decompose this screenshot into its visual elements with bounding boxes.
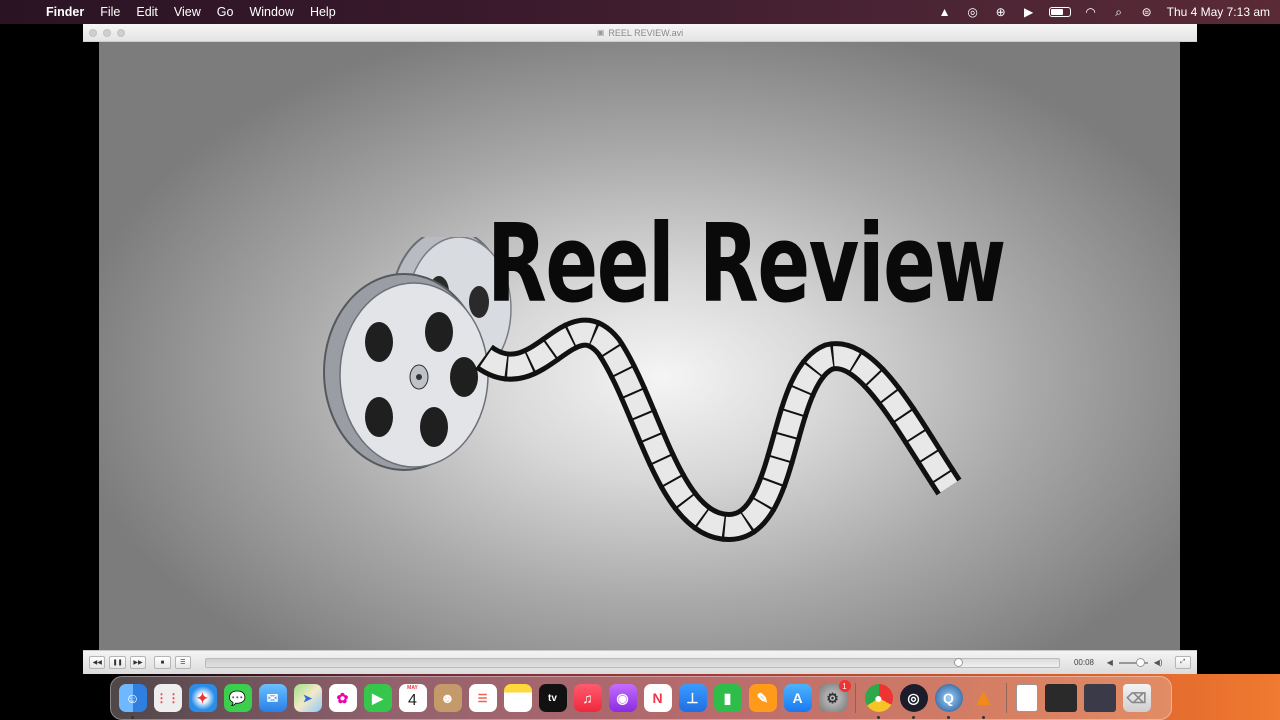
menu-window[interactable]: Window [249,5,293,19]
window-title: REEL REVIEW.avi [608,27,684,38]
notes-icon[interactable] [503,684,532,712]
apple-tv-icon[interactable]: tv [538,684,567,712]
menu-finder[interactable]: Finder [46,5,84,19]
photos-icon[interactable]: ✿ [328,684,357,712]
globe-icon[interactable]: ⊕ [993,5,1009,19]
contacts-icon[interactable]: ☻ [433,684,462,712]
video-headline: Reel Review [487,202,1006,327]
elapsed-time: 00:08 [1073,658,1094,667]
podcasts-icon[interactable]: ◉ [608,684,637,712]
calendar-month: MAY [407,685,418,691]
seek-bar[interactable] [205,657,1060,668]
settings-badge: 1 [838,680,851,692]
play-status-icon[interactable]: ▶ [1021,5,1037,19]
vlc-icon[interactable]: ▲ [970,684,998,719]
facetime-icon[interactable]: ▶ [363,684,392,712]
app-store-icon[interactable]: A [783,684,812,712]
news-icon[interactable]: N [643,684,672,712]
launchpad-icon[interactable]: ⋮⋮ [153,684,182,712]
menu-bar: Finder File Edit View Go Window Help ▲ ◎… [0,0,1280,24]
obs-icon[interactable]: ◎ [899,684,928,719]
pause-button[interactable]: ❚❚ [109,656,126,669]
playback-controls: ◀◀ ❚❚ ▶▶ ■ ☰ 00:08 ◀ ◀) ⤢ [83,650,1197,674]
window-titlebar[interactable]: ▣ REEL REVIEW.avi [83,24,1197,42]
volume-slider[interactable] [1118,657,1148,667]
close-button[interactable] [89,29,97,37]
volume-knob[interactable] [1135,657,1145,667]
zoom-button[interactable] [117,29,125,37]
rewind-button[interactable]: ◀◀ [89,656,106,669]
fast-forward-button[interactable]: ▶▶ [129,656,147,669]
pages-icon[interactable]: ✎ [748,684,777,712]
dock-separator-2 [1006,683,1007,713]
system-settings-icon[interactable]: ⚙ 1 [818,680,851,712]
minimized-window-thumbnail-2[interactable] [1083,684,1116,712]
vlc-status-icon[interactable]: ▲ [937,5,953,19]
battery-icon[interactable] [1048,7,1071,17]
menu-clock[interactable]: Thu 4 May 7:13 am [1167,5,1270,19]
seek-knob[interactable] [954,657,964,667]
trash-icon[interactable]: ⌫ [1122,684,1151,712]
player-window: ▣ REEL REVIEW.avi Reel Review ◀◀ ❚❚ ▶▶ ■… [83,24,1197,674]
finder-icon[interactable]: ☺ [118,684,147,719]
keynote-icon[interactable]: ⊥ [678,684,707,712]
dock-separator [855,683,856,713]
calendar-day: 4 [408,692,417,709]
volume-low-icon[interactable]: ◀ [1107,658,1113,667]
document-icon: ▣ [596,28,605,37]
minimized-window-thumbnail[interactable] [1044,684,1077,712]
apple-tv-label: tv [548,692,557,704]
window-controls [89,29,125,37]
film-strip [475,317,962,543]
menu-view[interactable]: View [174,5,201,19]
recent-document-thumbnail[interactable] [1015,684,1038,712]
stop-button[interactable]: ■ [154,656,171,669]
menu-file[interactable]: File [100,5,120,19]
video-letterbox-right [1180,42,1197,650]
video-letterbox-left [83,42,99,650]
calendar-icon[interactable]: MAY 4 [398,684,427,712]
minimize-button[interactable] [103,29,111,37]
menu-help[interactable]: Help [310,5,336,19]
music-icon[interactable]: ♫ [573,684,602,712]
spotlight-search-icon[interactable]: ⌕ [1111,5,1127,19]
wifi-icon[interactable]: ◠ [1083,5,1099,19]
maps-icon[interactable]: ➤ [293,684,322,712]
volume-high-icon[interactable]: ◀) [1154,658,1163,667]
menu-edit[interactable]: Edit [136,5,158,19]
playlist-button[interactable]: ☰ [174,656,192,669]
seek-bar-fill [206,658,960,667]
numbers-icon[interactable]: ▮ [713,684,742,712]
chrome-icon[interactable]: ● [864,684,893,719]
mail-icon[interactable]: ✉ [258,684,287,712]
fullscreen-button[interactable]: ⤢ [1174,656,1191,669]
control-center-icon[interactable]: ⊜ [1139,5,1155,19]
messages-icon[interactable]: 💬 [223,684,252,712]
menu-go[interactable]: Go [217,5,234,19]
dock: ☺ ⋮⋮ ✦ 💬 ✉ ➤ ✿ ▶ MAY 4 ☻ ☰ tv ♫ ◉ N ⊥ ▮ … [110,676,1172,720]
status-area: ▲ ◎ ⊕ ▶ ◠ ⌕ ⊜ Thu 4 May 7:13 am [937,5,1270,20]
quicktime-icon[interactable]: Q [934,684,963,719]
reminders-icon[interactable]: ☰ [468,684,497,712]
obs-status-icon[interactable]: ◎ [965,5,981,19]
video-frame[interactable]: Reel Review [99,42,1180,650]
safari-icon[interactable]: ✦ [188,684,217,712]
